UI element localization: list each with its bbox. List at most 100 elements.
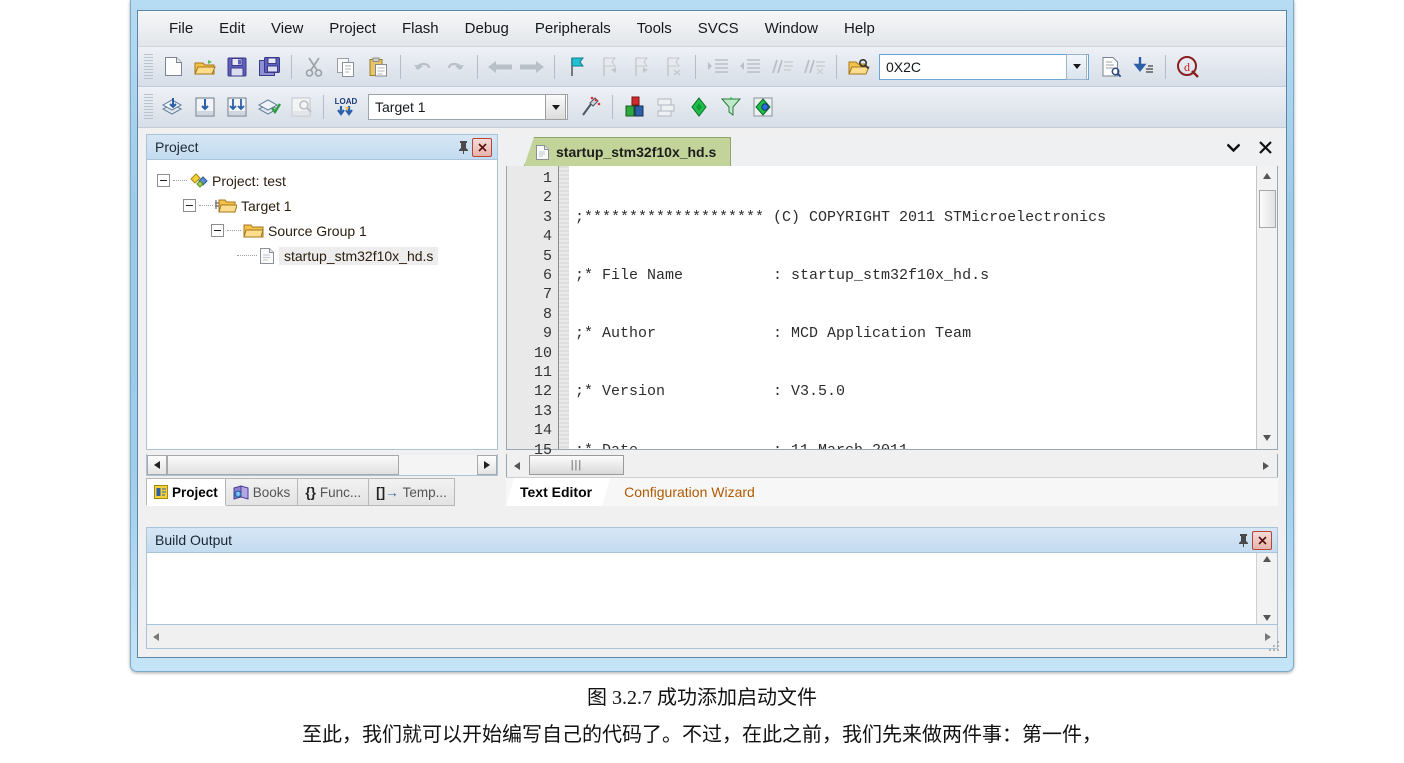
scroll-thumb[interactable] <box>167 454 399 475</box>
bookmark-clear-icon[interactable] <box>657 52 689 82</box>
package-installer-icon[interactable] <box>747 92 779 122</box>
tree-item-source-group[interactable]: Source Group 1 <box>147 218 497 243</box>
resize-grip[interactable] <box>1267 639 1283 655</box>
manage-components-icon[interactable] <box>619 92 651 122</box>
scroll-up-button[interactable] <box>1258 166 1277 185</box>
new-file-icon[interactable] <box>157 52 189 82</box>
scroll-thumb[interactable]: ||| <box>529 455 624 475</box>
navigate-back-icon[interactable] <box>484 52 516 82</box>
menu-item-tools[interactable]: Tools <box>624 16 685 41</box>
project-horizontal-scrollbar[interactable] <box>146 454 498 476</box>
start-debug-icon[interactable]: d <box>1172 52 1204 82</box>
bookmark-next-icon[interactable] <box>625 52 657 82</box>
tab-functions[interactable]: {} Func... <box>298 478 370 506</box>
build-output-horizontal-scrollbar[interactable] <box>146 625 1278 649</box>
scroll-down-button[interactable] <box>1258 428 1277 447</box>
menu-item-file[interactable]: File <box>156 16 206 41</box>
find-combo-dropdown-icon[interactable] <box>1066 53 1087 80</box>
toolbar-separator <box>554 54 555 79</box>
toolbar-grip[interactable] <box>144 53 153 80</box>
save-icon[interactable] <box>221 52 253 82</box>
tab-text-editor[interactable]: Text Editor <box>506 478 610 506</box>
find-in-files-icon[interactable] <box>843 52 875 82</box>
editor-vertical-scrollbar[interactable] <box>1256 166 1277 449</box>
navigate-forward-icon[interactable] <box>516 52 548 82</box>
menu-item-peripherals[interactable]: Peripherals <box>522 16 624 41</box>
configure-file-icon[interactable] <box>1095 52 1127 82</box>
menu-item-project[interactable]: Project <box>316 16 389 41</box>
menu-item-svcs[interactable]: SVCS <box>685 16 752 41</box>
expander-icon[interactable] <box>211 224 224 237</box>
menu-item-edit[interactable]: Edit <box>206 16 258 41</box>
scroll-left-button[interactable] <box>153 632 159 641</box>
find-input[interactable]: 0X2C <box>880 59 1066 75</box>
scroll-right-button[interactable] <box>1256 455 1275 477</box>
scroll-up-button[interactable] <box>1263 556 1271 562</box>
menu-item-debug[interactable]: Debug <box>452 16 522 41</box>
build-icon[interactable] <box>189 92 221 122</box>
target-combo[interactable]: Target 1 <box>368 94 568 120</box>
translate-icon[interactable] <box>157 92 189 122</box>
cut-icon[interactable] <box>298 52 330 82</box>
target-value[interactable]: Target 1 <box>369 99 545 115</box>
code-editor[interactable]: 1 2 3 4 5 6 7 8 9 10 11 12 13 14 15 ;***… <box>506 166 1278 459</box>
menu-item-flash[interactable]: Flash <box>389 16 452 41</box>
editor-horizontal-scrollbar[interactable]: ||| <box>506 454 1278 478</box>
multi-project-icon[interactable] <box>651 92 683 122</box>
menu-item-view[interactable]: View <box>258 16 316 41</box>
code-text[interactable]: ;******************** (C) COPYRIGHT 2011… <box>569 166 1256 449</box>
scroll-thumb[interactable] <box>1259 190 1276 228</box>
target-dropdown-icon[interactable] <box>545 94 566 120</box>
undo-icon[interactable] <box>407 52 439 82</box>
stop-build-icon[interactable] <box>285 92 317 122</box>
build-output-vertical-scrollbar[interactable] <box>1256 553 1277 624</box>
download-icon[interactable]: LOAD <box>330 92 362 122</box>
build-output-body[interactable] <box>146 553 1278 625</box>
redo-icon[interactable] <box>439 52 471 82</box>
scroll-left-button[interactable] <box>507 455 526 477</box>
chevron-down-icon[interactable] <box>1224 138 1242 156</box>
project-tree[interactable]: Project: test Target 1 Source Group 1 st… <box>146 160 498 450</box>
indent-icon[interactable] <box>702 52 734 82</box>
insert-bookmark-icon[interactable] <box>1127 52 1159 82</box>
menu-item-help[interactable]: Help <box>831 16 888 41</box>
bookmark-toggle-icon[interactable] <box>561 52 593 82</box>
tree-line <box>237 254 257 257</box>
pin-icon[interactable] <box>454 140 472 154</box>
tab-configuration-wizard[interactable]: Configuration Wizard <box>610 478 773 506</box>
expander-icon[interactable] <box>157 174 170 187</box>
target-options-icon[interactable] <box>574 92 606 122</box>
application-window: File Edit View Project Flash Debug Perip… <box>137 10 1287 658</box>
editor-tab-startup-file[interactable]: startup_stm32f10x_hd.s <box>524 137 732 166</box>
scroll-right-button[interactable] <box>477 454 497 475</box>
scroll-down-button[interactable] <box>1263 615 1271 621</box>
rebuild-icon[interactable] <box>221 92 253 122</box>
tab-templates[interactable]: []→ Temp... <box>369 478 455 506</box>
uncomment-icon[interactable] <box>798 52 830 82</box>
bookmark-prev-icon[interactable] <box>593 52 625 82</box>
pin-icon[interactable] <box>1234 533 1252 547</box>
open-file-icon[interactable] <box>189 52 221 82</box>
expander-icon[interactable] <box>183 199 196 212</box>
outdent-icon[interactable] <box>734 52 766 82</box>
tree-item-target[interactable]: Target 1 <box>147 193 497 218</box>
save-all-icon[interactable] <box>253 52 285 82</box>
tree-item-project[interactable]: Project: test <box>147 168 497 193</box>
paste-icon[interactable] <box>362 52 394 82</box>
batch-build-icon[interactable] <box>253 92 285 122</box>
close-icon[interactable] <box>1252 530 1272 550</box>
tree-item-file[interactable]: startup_stm32f10x_hd.s <box>147 243 497 268</box>
close-icon[interactable] <box>1256 138 1274 156</box>
find-combo[interactable]: 0X2C <box>879 53 1089 80</box>
tab-books[interactable]: ? Books <box>225 478 299 506</box>
toolbar-grip[interactable] <box>144 94 153 120</box>
copy-icon[interactable] <box>330 52 362 82</box>
scroll-track[interactable] <box>167 454 477 475</box>
tab-project[interactable]: Project <box>146 478 226 506</box>
source-browser-icon[interactable] <box>683 92 715 122</box>
close-icon[interactable] <box>472 137 492 157</box>
menu-item-window[interactable]: Window <box>752 16 831 41</box>
scroll-left-button[interactable] <box>147 454 167 475</box>
configuration-icon[interactable] <box>715 92 747 122</box>
comment-icon[interactable] <box>766 52 798 82</box>
